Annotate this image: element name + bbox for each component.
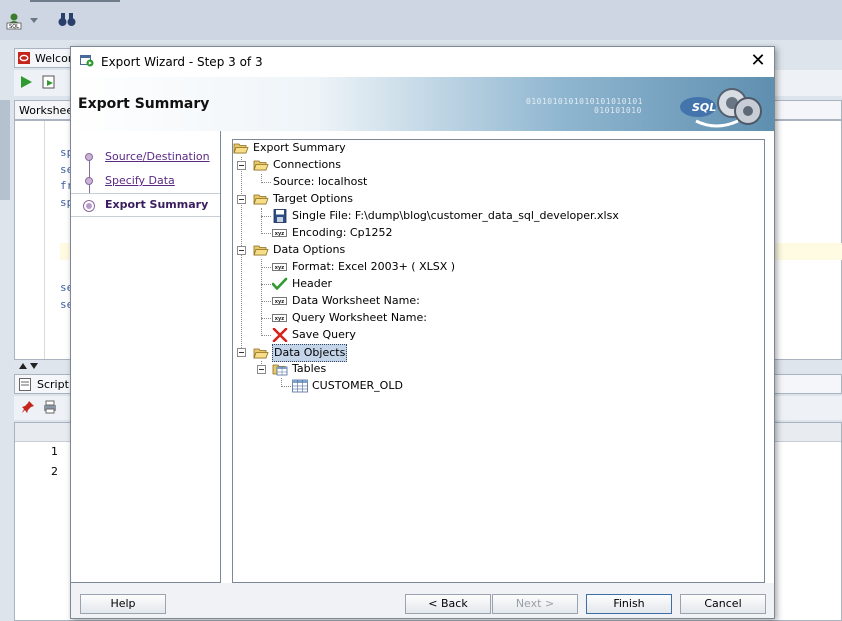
svg-text:SQL: SQL <box>9 24 19 30</box>
tree-label: CUSTOMER_OLD <box>312 379 403 392</box>
open-folder-icon <box>253 160 269 171</box>
tree-label: Format: Excel 2003+ ( XLSX ) <box>292 260 456 273</box>
export-wizard-dialog: Export Wizard - Step 3 of 3 ✕ Export Sum… <box>70 46 775 619</box>
tree-label: Target Options <box>273 192 353 205</box>
wizard-button-bar: Help < Back Next > Finish Cancel <box>71 583 774 618</box>
tree-label: Data Worksheet Name: <box>292 294 420 307</box>
tree-label: Save Query <box>292 328 356 341</box>
wizard-steps-panel: Source/Destination Specify Data Export S… <box>71 131 221 583</box>
tree-label: Tables <box>292 362 327 375</box>
tree-node-connections[interactable]: Connections <box>253 157 342 173</box>
step-marker <box>85 153 93 161</box>
oracle-icon <box>18 52 30 64</box>
tree-label: Header <box>292 277 333 290</box>
checkmark-icon <box>272 277 288 290</box>
banner-digits-line: 010101010 <box>594 106 642 115</box>
step-specify-data-link[interactable]: Specify Data <box>105 174 175 187</box>
left-scrollbar[interactable] <box>0 100 10 200</box>
banner-decoration: 0101010101010101010101 010101010 <box>526 97 643 115</box>
open-folder-icon <box>233 143 249 154</box>
main-toolbar: SQL <box>0 0 842 40</box>
tree-node-tables[interactable]: Tables <box>272 361 327 377</box>
banner-title: Export Summary <box>78 96 210 112</box>
svg-text:xyz: xyz <box>275 316 284 322</box>
collapse-toggle[interactable] <box>257 365 266 374</box>
table-icon <box>292 379 308 393</box>
split-arrows-icon[interactable] <box>18 362 40 370</box>
tree-label: Export Summary <box>253 141 346 154</box>
export-summary-tree[interactable]: Export Summary Connections Source: local… <box>232 139 765 583</box>
text-value-icon: xyz <box>272 229 287 237</box>
tree-label: Source: localhost <box>273 175 368 188</box>
step-marker <box>85 177 93 185</box>
wizard-banner: Export Summary 0101010101010101010101 01… <box>71 77 774 131</box>
open-folder-icon <box>253 348 269 359</box>
script-output-icon <box>19 378 31 391</box>
grid-row-number: 1 <box>51 445 58 458</box>
pin-icon[interactable] <box>21 400 35 414</box>
collapse-toggle[interactable] <box>237 246 246 255</box>
run-script-icon[interactable] <box>42 75 56 89</box>
step-active-marker <box>83 200 95 212</box>
tree-node-data-options[interactable]: Data Options <box>253 242 346 258</box>
menu-remnant <box>30 0 120 2</box>
open-folder-icon <box>253 194 269 205</box>
sql-export-art-icon: SQL <box>680 88 762 128</box>
tree-node-data-objects[interactable]: Data Objects <box>253 344 348 362</box>
open-folder-icon <box>253 245 269 256</box>
tree-label: Single File: F:\dump\blog\customer_data_… <box>292 209 619 222</box>
dialog-title: Export Wizard - Step 3 of 3 <box>101 55 263 69</box>
print-icon[interactable] <box>43 400 57 414</box>
svg-text:xyz: xyz <box>275 265 284 271</box>
collapse-toggle[interactable] <box>237 195 246 204</box>
grid-row-number: 2 <box>51 465 58 478</box>
svg-text:xyz: xyz <box>275 231 284 237</box>
help-button[interactable]: Help <box>80 594 166 614</box>
red-x-icon <box>272 328 288 342</box>
tree-label: Data Options <box>273 243 346 256</box>
next-button[interactable]: Next > <box>492 594 578 614</box>
tree-leaf-table[interactable]: CUSTOMER_OLD <box>292 378 404 394</box>
tree-label: Connections <box>273 158 341 171</box>
worksheet-tab-label: Worksheet <box>19 104 78 117</box>
sql-connection-icon[interactable]: SQL <box>6 12 24 30</box>
chevron-down-icon[interactable] <box>30 18 38 24</box>
finish-button[interactable]: Finish <box>586 594 672 614</box>
tree-leaf-single-file[interactable]: Single File: F:\dump\blog\customer_data_… <box>272 208 620 224</box>
binoculars-icon[interactable] <box>58 12 76 28</box>
tree-label-selected: Data Objects <box>272 344 348 362</box>
tree-leaf-save-query[interactable]: Save Query <box>272 327 357 343</box>
tree-leaf-format[interactable]: xyz Format: Excel 2003+ ( XLSX ) <box>272 259 456 275</box>
banner-digits-line: 0101010101010101010101 <box>526 97 643 106</box>
export-wizard-icon <box>80 55 94 67</box>
step-export-summary-current[interactable]: Export Summary <box>105 198 208 211</box>
tree-leaf-query-worksheet[interactable]: xyz Query Worksheet Name: <box>272 310 428 326</box>
back-button[interactable]: < Back <box>405 594 491 614</box>
tree-label: Query Worksheet Name: <box>292 311 427 324</box>
save-disk-icon <box>273 209 287 223</box>
run-icon[interactable] <box>19 75 33 89</box>
tree-leaf-header[interactable]: Header <box>272 276 333 292</box>
svg-text:xyz: xyz <box>275 299 284 305</box>
text-value-icon: xyz <box>272 297 287 305</box>
text-value-icon: xyz <box>272 314 287 322</box>
text-value-icon: xyz <box>272 263 287 271</box>
tables-folder-icon <box>272 364 288 376</box>
collapse-toggle[interactable] <box>237 348 246 357</box>
tree-label: Encoding: Cp1252 <box>292 226 393 239</box>
editor-gutter <box>16 121 45 359</box>
collapse-toggle[interactable] <box>237 161 246 170</box>
cancel-button[interactable]: Cancel <box>680 594 766 614</box>
tree-node-target-options[interactable]: Target Options <box>253 191 354 207</box>
close-icon: ✕ <box>750 50 766 71</box>
tree-leaf-data-worksheet[interactable]: xyz Data Worksheet Name: <box>272 293 421 309</box>
tree-leaf-source[interactable]: Source: localhost <box>272 174 368 190</box>
close-button[interactable]: ✕ <box>747 50 769 72</box>
tree-root[interactable]: Export Summary <box>233 140 347 156</box>
step-source-destination-link[interactable]: Source/Destination <box>105 150 210 163</box>
tree-leaf-encoding[interactable]: xyz Encoding: Cp1252 <box>272 225 394 241</box>
dialog-titlebar[interactable]: Export Wizard - Step 3 of 3 ✕ <box>71 47 774 77</box>
banner-art-label: SQL <box>692 101 716 114</box>
